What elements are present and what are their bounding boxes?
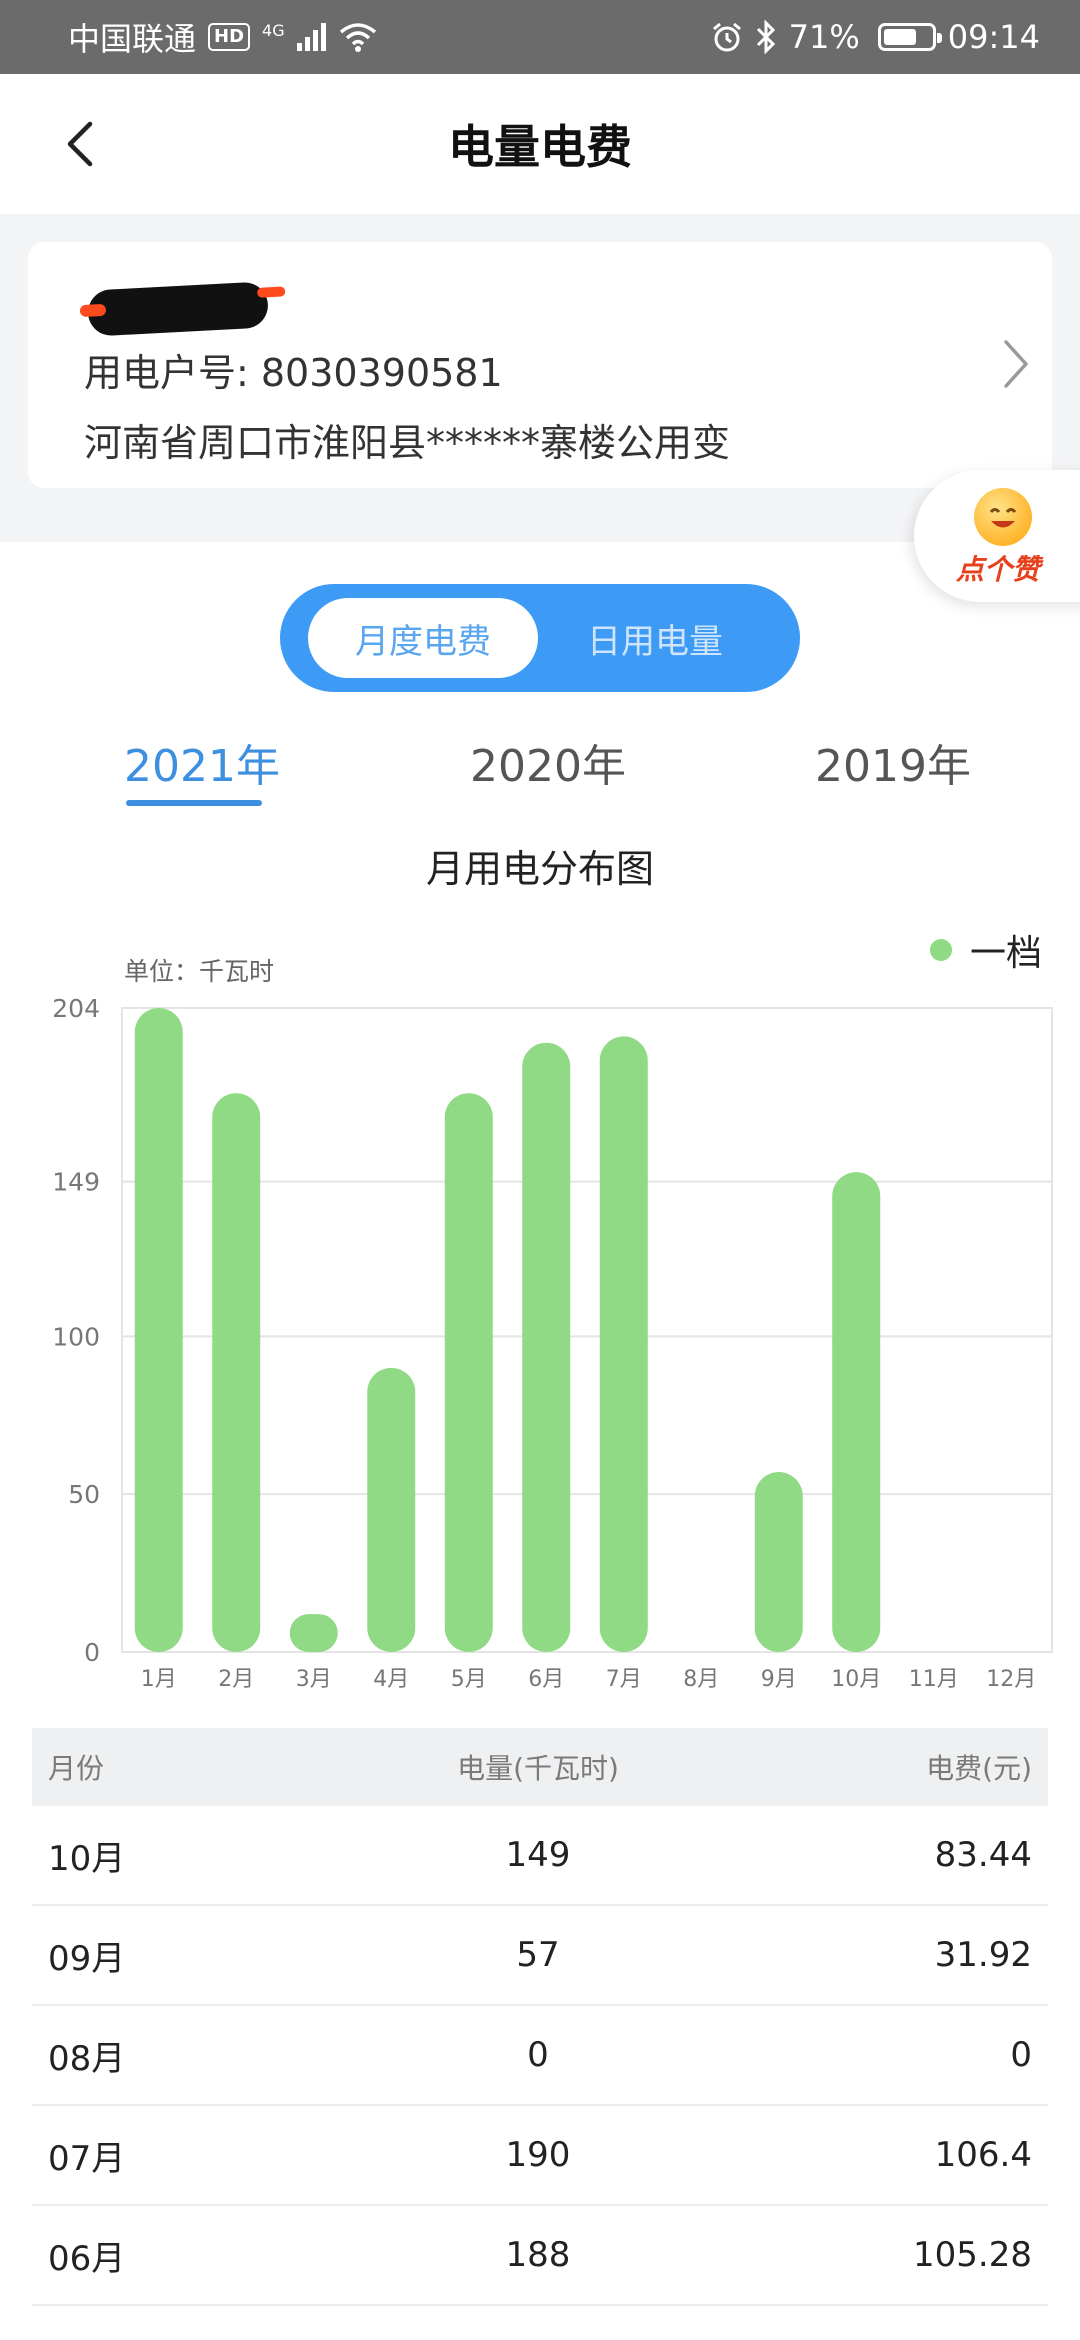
clock: 09:14 bbox=[947, 18, 1040, 56]
row-usage: 190 bbox=[505, 2135, 571, 2175]
row-usage: 149 bbox=[505, 1835, 571, 1875]
row-usage: 0 bbox=[527, 2035, 549, 2075]
row-usage: 188 bbox=[505, 2235, 571, 2275]
row-fee: 83.44 bbox=[934, 1835, 1032, 1875]
status-right: 71% 09:14 bbox=[711, 18, 1040, 56]
smile-emoji-icon bbox=[974, 488, 1032, 546]
x-tick-label: 12月 bbox=[986, 1667, 1036, 1690]
x-tick-label: 4月 bbox=[373, 1667, 409, 1690]
bar bbox=[832, 1172, 881, 1652]
wifi-icon bbox=[339, 23, 376, 52]
tab-2021[interactable]: 2021年 bbox=[124, 730, 280, 794]
x-tick-label: 8月 bbox=[683, 1667, 719, 1690]
view-toggle: 月度电费 日用电量 bbox=[280, 584, 800, 692]
table-row[interactable]: 07月 190 106.4 bbox=[32, 2106, 1048, 2206]
row-fee: 0 bbox=[1010, 2035, 1032, 2075]
account-number: 用电户号: 8030390581 bbox=[84, 351, 503, 395]
table-row[interactable]: 08月 0 0 bbox=[32, 2006, 1048, 2106]
row-month: 10月 bbox=[48, 1838, 126, 1879]
back-icon[interactable] bbox=[56, 118, 108, 170]
usage-table: 月份 电量(千瓦时) 电费(元) 10月 149 83.44 09月 57 31… bbox=[32, 1728, 1048, 2306]
battery-fill bbox=[883, 29, 917, 45]
x-tick-label: 9月 bbox=[761, 1667, 797, 1690]
bar bbox=[444, 1093, 493, 1652]
account-card[interactable]: 用电户号: 8030390581 河南省周口市淮阳县******寨楼公用变 bbox=[28, 242, 1052, 488]
monthly-usage-chart: 0 50 100 149 204 1月 2月 3月 4月 5月 6月 7月 8月 9月 10月 11月 12月 bbox=[52, 994, 1053, 1690]
account-section: 用电户号: 8030390581 河南省周口市淮阳县******寨楼公用变 bbox=[0, 214, 1080, 542]
row-fee: 31.92 bbox=[934, 1935, 1032, 1975]
bar bbox=[522, 1042, 571, 1652]
year-tabs: 2021年 2020年 2019年 bbox=[0, 720, 1080, 820]
nav-bar: 电量电费 bbox=[0, 74, 1080, 214]
table-row[interactable]: 09月 57 31.92 bbox=[32, 1906, 1048, 2006]
battery-icon bbox=[877, 23, 942, 51]
bar bbox=[754, 1472, 803, 1652]
plot-frame bbox=[121, 1007, 1053, 1653]
status-bar: 中国联通 HD 4G 71% 09:14 bbox=[0, 0, 1080, 74]
header-fee: 电费(元) bbox=[926, 1752, 1032, 1785]
x-tick-label: 6月 bbox=[528, 1667, 564, 1690]
header-usage: 电量(千瓦时) bbox=[457, 1752, 619, 1785]
legend-dot bbox=[930, 939, 952, 961]
carrier-label: 中国联通 bbox=[68, 20, 197, 58]
x-tick-label: 3月 bbox=[296, 1667, 332, 1690]
account-address: 河南省周口市淮阳县******寨楼公用变 bbox=[84, 421, 731, 465]
x-tick-label: 7月 bbox=[606, 1667, 642, 1690]
toggle-daily-usage[interactable]: 日用电量 bbox=[540, 598, 770, 678]
toggle-monthly-fee[interactable]: 月度电费 bbox=[308, 598, 538, 678]
y-tick-label: 149 bbox=[52, 1168, 100, 1197]
tab-underline bbox=[126, 800, 262, 806]
row-fee: 105.28 bbox=[913, 2235, 1032, 2275]
chart-legend: 一档 bbox=[930, 924, 1042, 976]
x-tick-label: 5月 bbox=[451, 1667, 487, 1690]
status-left: 中国联通 HD 4G bbox=[68, 14, 377, 60]
tab-2019[interactable]: 2019年 bbox=[815, 730, 971, 794]
page-title: 电量电费 bbox=[448, 120, 632, 174]
bluetooth-icon bbox=[756, 20, 775, 54]
redacted-name bbox=[86, 281, 270, 337]
table-header: 月份 电量(千瓦时) 电费(元) bbox=[32, 1728, 1048, 1806]
bar bbox=[367, 1367, 416, 1652]
bar bbox=[599, 1036, 648, 1652]
bar bbox=[289, 1614, 338, 1652]
legend-label: 一档 bbox=[970, 933, 1043, 974]
y-tick-label: 204 bbox=[52, 994, 100, 1023]
y-tick-label: 50 bbox=[68, 1480, 100, 1509]
tab-2020[interactable]: 2020年 bbox=[470, 730, 626, 794]
row-month: 09月 bbox=[48, 1938, 126, 1979]
y-tick-label: 0 bbox=[84, 1638, 100, 1667]
row-fee: 106.4 bbox=[934, 2135, 1032, 2175]
signal-icon bbox=[296, 23, 326, 51]
bar bbox=[134, 1008, 183, 1652]
hd-badge: HD bbox=[208, 23, 251, 51]
x-tick-label: 1月 bbox=[141, 1667, 177, 1690]
row-usage: 57 bbox=[516, 1935, 560, 1975]
alarm-icon bbox=[712, 22, 741, 52]
table-row[interactable]: 10月 149 83.44 bbox=[32, 1806, 1048, 1906]
x-tick-label: 10月 bbox=[831, 1667, 881, 1690]
x-tick-label: 2月 bbox=[218, 1667, 254, 1690]
row-month: 07月 bbox=[48, 2138, 126, 2179]
row-month: 06月 bbox=[48, 2238, 126, 2279]
header-month: 月份 bbox=[48, 1752, 105, 1785]
bar bbox=[212, 1093, 261, 1652]
like-label: 点个赞 bbox=[956, 553, 1041, 586]
y-tick-label: 100 bbox=[52, 1322, 100, 1351]
chart-title: 月用电分布图 bbox=[425, 847, 654, 891]
chevron-right-icon[interactable] bbox=[998, 334, 1034, 394]
battery-percent: 71% bbox=[788, 18, 860, 56]
chart-unit: 单位：千瓦时 bbox=[124, 957, 275, 986]
row-month: 08月 bbox=[48, 2038, 126, 2079]
network-type: 4G bbox=[262, 20, 285, 40]
table-row[interactable]: 06月 188 105.28 bbox=[32, 2206, 1048, 2306]
x-tick-label: 11月 bbox=[909, 1667, 959, 1690]
like-button[interactable]: 点个赞 bbox=[914, 470, 1080, 602]
